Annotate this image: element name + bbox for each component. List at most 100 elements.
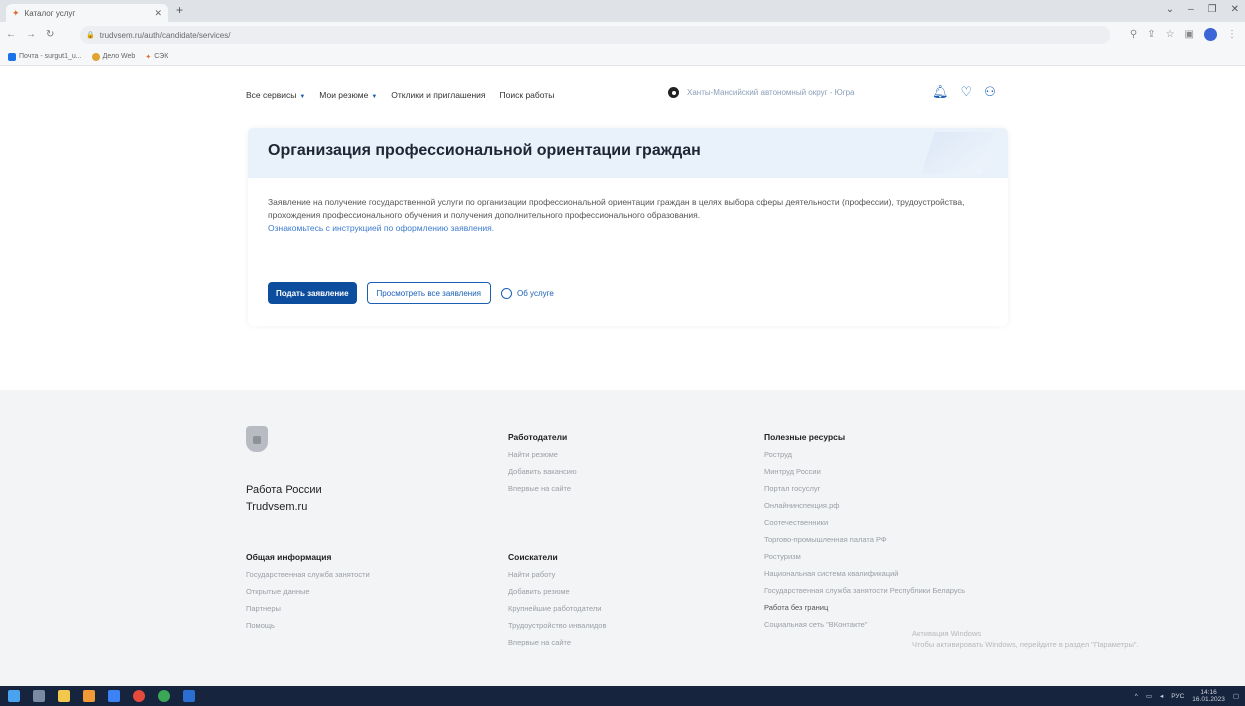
- nav-responses[interactable]: Отклики и приглашения: [391, 90, 485, 100]
- maximize-icon[interactable]: ❐: [1208, 4, 1217, 15]
- heart-icon[interactable]: ♡: [961, 84, 973, 100]
- about-service-link[interactable]: Об услуге: [501, 287, 554, 299]
- nav-my-resumes[interactable]: Мои резюме ▼: [319, 90, 377, 100]
- bell-icon[interactable]: 🔔︎: [932, 84, 949, 100]
- footer-link[interactable]: Трудоустройство инвалидов: [508, 621, 606, 630]
- volume-icon[interactable]: ◂: [1160, 692, 1163, 700]
- windows-taskbar: ^ ▭ ◂ РУС 14:16 16.01.2023 ▢: [0, 686, 1245, 706]
- app-icon[interactable]: [158, 690, 170, 702]
- footer-link[interactable]: Роструд: [764, 450, 1004, 459]
- reload-icon[interactable]: ↻: [46, 29, 54, 40]
- menu-icon[interactable]: ⋮: [1227, 29, 1237, 40]
- footer-link[interactable]: Найти работу: [508, 570, 606, 579]
- submit-application-button[interactable]: Подать заявление: [268, 282, 357, 304]
- new-tab-icon[interactable]: +: [176, 3, 183, 17]
- bookmark-item[interactable]: Дело Web: [91, 52, 135, 61]
- view-all-applications-button[interactable]: Просмотреть все заявления: [366, 282, 492, 304]
- footer-link[interactable]: Соотечественники: [764, 518, 1004, 527]
- app-icon[interactable]: [83, 690, 95, 702]
- instruction-link[interactable]: Ознакомьтесь с инструкцией по оформлению…: [268, 222, 988, 235]
- taskbar-apps: [8, 690, 195, 702]
- footer-link[interactable]: Ростуризм: [764, 552, 1004, 561]
- footer: Работа России Trudvsem.ru Общая информац…: [0, 390, 1245, 686]
- region-name: Ханты-Мансийский автономный округ - Югра: [687, 88, 855, 97]
- footer-link[interactable]: Помощь: [246, 621, 370, 630]
- nav-job-search[interactable]: Поиск работы: [500, 90, 555, 100]
- footer-link[interactable]: Впервые на сайте: [508, 484, 577, 493]
- share-icon[interactable]: ⇪: [1147, 29, 1155, 40]
- header-decoration: [921, 132, 995, 174]
- footer-link[interactable]: Портал госуслуг: [764, 484, 1004, 493]
- footer-link[interactable]: Онлайнинспекция.рф: [764, 501, 1004, 510]
- user-icon[interactable]: ⚇: [984, 84, 996, 100]
- profile-avatar[interactable]: [1204, 28, 1217, 41]
- app-icon[interactable]: [183, 690, 195, 702]
- network-icon[interactable]: ▭: [1146, 692, 1152, 700]
- file-explorer-icon[interactable]: [58, 690, 70, 702]
- back-icon[interactable]: ←: [6, 29, 16, 40]
- tray-chevron-icon[interactable]: ^: [1135, 693, 1138, 700]
- footer-resources-column: Полезные ресурсы Роструд Минтруд России …: [764, 432, 1004, 637]
- site-header: Все сервисы ▼ Мои резюме ▼ Отклики и пригл…: [0, 66, 1245, 122]
- footer-link[interactable]: Работа без границ: [764, 603, 1004, 612]
- browser-tabbar: ✦ Каталог услуг ✕ + ⌄ – ❐ ✕: [0, 0, 1245, 22]
- accessibility-eye-icon[interactable]: [668, 87, 679, 98]
- chevron-down-icon: ▼: [299, 94, 306, 100]
- minimize-icon[interactable]: –: [1188, 4, 1194, 15]
- sek-icon: ✦: [145, 53, 152, 61]
- tab-close-icon[interactable]: ✕: [154, 8, 162, 19]
- nav-buttons: ← → ↻: [6, 29, 54, 40]
- ministry-emblem-icon: [246, 426, 268, 452]
- nav-all-services[interactable]: Все сервисы ▼: [246, 90, 305, 100]
- chrome-icon[interactable]: [133, 690, 145, 702]
- footer-link[interactable]: Национальная система квалификаций: [764, 569, 1004, 578]
- star-icon[interactable]: ☆: [1166, 29, 1175, 40]
- app-icon[interactable]: [108, 690, 120, 702]
- windows-activation-watermark: Активация Windows Чтобы активировать Win…: [912, 629, 1139, 649]
- url-input[interactable]: 🔒 trudvsem.ru/auth/candidate/services/: [80, 26, 1110, 44]
- start-icon[interactable]: [8, 690, 20, 702]
- footer-link[interactable]: Открытые данные: [246, 587, 370, 596]
- footer-brand: Работа России Trudvsem.ru: [246, 484, 322, 513]
- bookmark-item[interactable]: ✦ СЭК: [145, 53, 168, 61]
- page-title: Организация профессиональной ориентации …: [268, 142, 701, 159]
- card-header: Организация профессиональной ориентации …: [248, 128, 1008, 178]
- tab-title: Каталог услуг: [24, 8, 76, 18]
- info-circle-icon: [501, 287, 513, 299]
- footer-link[interactable]: Минтруд России: [764, 467, 1004, 476]
- toolbar-right: ⚲ ⇪ ☆ ▣ ⋮: [1130, 28, 1237, 41]
- language-indicator[interactable]: РУС: [1171, 693, 1184, 700]
- footer-link[interactable]: Крупнейшие работодатели: [508, 604, 606, 613]
- footer-heading: Общая информация: [246, 552, 332, 562]
- close-window-icon[interactable]: ✕: [1231, 4, 1239, 15]
- bookmark-item[interactable]: Почта - surgut1_u...: [8, 52, 82, 61]
- clock[interactable]: 14:16 16.01.2023: [1192, 689, 1225, 703]
- footer-seekers-column: Соискатели Найти работу Добавить резюме …: [508, 552, 606, 655]
- browser-tab[interactable]: ✦ Каталог услуг ✕: [6, 4, 168, 22]
- footer-link[interactable]: Государственная служба занятости Республ…: [764, 586, 979, 595]
- footer-link[interactable]: Государственная служба занятости: [246, 570, 370, 579]
- mail-icon: [8, 52, 16, 61]
- footer-link[interactable]: Добавить вакансию: [508, 467, 577, 476]
- region-selector[interactable]: Ханты-Мансийский автономный округ - Югра: [668, 87, 855, 98]
- forward-icon[interactable]: →: [26, 29, 36, 40]
- chevron-down-icon: ▼: [371, 94, 378, 100]
- footer-employers-column: Работодатели Найти резюме Добавить вакан…: [508, 432, 577, 501]
- footer-link[interactable]: Добавить резюме: [508, 587, 606, 596]
- footer-link[interactable]: Партнеры: [246, 604, 370, 613]
- url-text: trudvsem.ru/auth/candidate/services/: [99, 30, 231, 40]
- lock-icon: 🔒: [86, 32, 95, 39]
- footer-heading: Работодатели: [508, 432, 568, 442]
- window-controls: ⌄ – ❐ ✕: [1166, 4, 1239, 15]
- task-view-icon[interactable]: [33, 690, 45, 702]
- footer-link[interactable]: Торгово-промышленная палата РФ: [764, 535, 1004, 544]
- card-actions: Подать заявление Просмотреть все заявлен…: [268, 282, 554, 304]
- sidebar-icon[interactable]: ▣: [1185, 29, 1194, 40]
- delo-icon: [91, 52, 100, 61]
- footer-link[interactable]: Впервые на сайте: [508, 638, 606, 647]
- footer-link[interactable]: Найти резюме: [508, 450, 577, 459]
- zoom-icon[interactable]: ⚲: [1130, 29, 1137, 40]
- notifications-icon[interactable]: ▢: [1233, 692, 1239, 700]
- footer-heading: Полезные ресурсы: [764, 432, 846, 442]
- tab-search-icon[interactable]: ⌄: [1166, 4, 1174, 15]
